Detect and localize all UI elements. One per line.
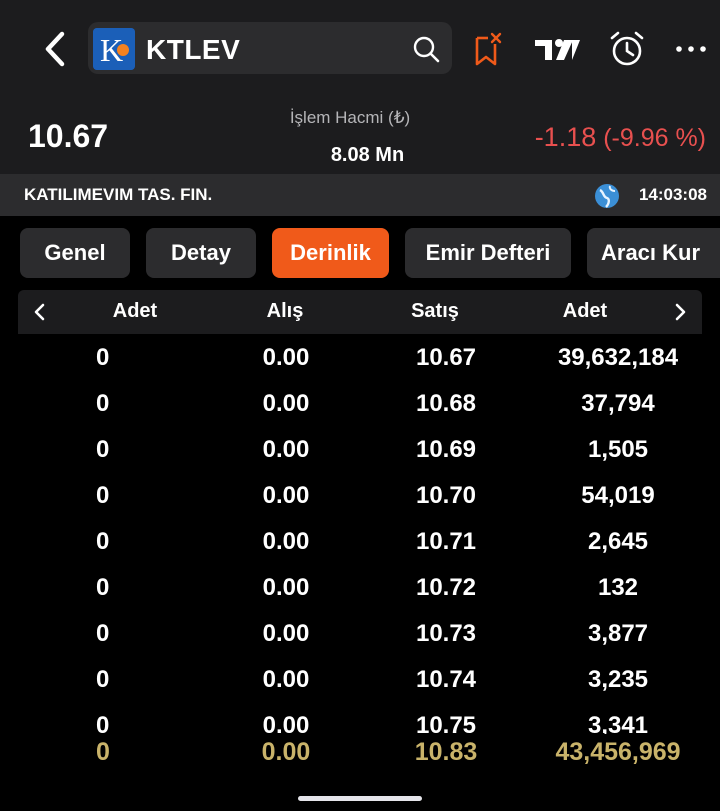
tradingview-icon[interactable] [534, 30, 580, 68]
ask-quantity: 37,794 [581, 390, 655, 417]
symbol-search-field[interactable]: K KTLEV [88, 22, 452, 74]
ask-quantity: 2,645 [587, 528, 649, 555]
bookmark-remove-icon[interactable] [472, 30, 504, 68]
total-bid-quantity: 0 [96, 738, 110, 766]
ask-quantity: 3,877 [587, 620, 649, 647]
volume-value: 8.08 Mn [330, 144, 405, 166]
ask-price: 10.73 [415, 620, 477, 647]
table-row: 0 0.00 10.74 3,235 [18, 656, 702, 702]
price-summary: 10.67 İşlem Hacmi (₺) 8.08 Mn -1.18 (-9.… [0, 96, 720, 174]
ask-quantity: 3,341 [587, 712, 649, 734]
bid-quantity: 0 [96, 528, 110, 555]
bid-price: 0.00 [262, 712, 310, 734]
table-row: 0 0.00 10.68 37,794 [18, 380, 702, 426]
table-row: 0 0.00 10.73 3,877 [18, 610, 702, 656]
tab-detay[interactable]: Detay [146, 228, 256, 278]
tab-emir-defteri[interactable]: Emir Defteri [405, 228, 571, 278]
ask-quantity: 3,235 [587, 666, 649, 693]
bid-quantity: 0 [96, 574, 110, 601]
bid-quantity: 0 [96, 344, 110, 371]
bid-quantity: 0 [96, 482, 110, 509]
table-row: 0 0.00 10.71 2,645 [18, 518, 702, 564]
depth-table-header: Adet Alış Satış Adet [18, 290, 702, 334]
total-ask-quantity: 43,456,969 [555, 738, 681, 766]
company-name: KATILIMEVIM TAS. FIN. [24, 185, 213, 204]
ask-price: 10.67 [415, 344, 477, 371]
ask-quantity: 132 [597, 574, 639, 601]
volume-label: İşlem Hacmi (₺) [289, 108, 411, 127]
column-header-ask-quantity: Adet [562, 300, 608, 322]
bid-quantity: 0 [96, 436, 110, 463]
depth-table-body[interactable]: 0 0.00 10.67 39,632,184 0 0.00 10.68 37,… [18, 334, 702, 734]
company-logo: K [93, 28, 135, 70]
price-change-absolute: -1.18 [534, 122, 597, 152]
bid-quantity: 0 [96, 712, 110, 734]
column-header-ask-price: Satış [411, 300, 459, 322]
ask-price: 10.70 [415, 482, 477, 509]
total-ask-price: 10.83 [414, 738, 478, 766]
bid-price: 0.00 [262, 666, 310, 693]
market-status-icon [595, 184, 619, 208]
bid-price: 0.00 [262, 574, 310, 601]
price-change-percent: (-9.96 %) [603, 124, 706, 152]
depth-totals-row: 0 0.00 10.83 43,456,969 [18, 734, 702, 774]
ask-price: 10.71 [415, 528, 477, 555]
table-row: 0 0.00 10.70 54,019 [18, 472, 702, 518]
home-indicator[interactable] [298, 796, 422, 801]
bid-quantity: 0 [96, 390, 110, 417]
bid-quantity: 0 [96, 666, 110, 693]
column-header-bid-quantity: Adet [112, 300, 158, 322]
bid-price: 0.00 [262, 390, 310, 417]
table-row: 0 0.00 10.75 3,341 [18, 702, 702, 734]
top-bar: K KTLEV [0, 0, 720, 96]
ask-quantity: 1,505 [587, 436, 649, 463]
chevron-right-icon[interactable] [668, 300, 692, 324]
ask-price: 10.74 [415, 666, 477, 693]
back-chevron-icon[interactable] [36, 28, 74, 70]
ask-price: 10.75 [415, 712, 477, 734]
bid-quantity: 0 [96, 620, 110, 647]
search-icon[interactable] [412, 35, 440, 63]
ask-price: 10.68 [415, 390, 477, 417]
bid-price: 0.00 [262, 344, 310, 371]
ticker-symbol: KTLEV [146, 34, 241, 65]
ask-price: 10.72 [415, 574, 477, 601]
table-row: 0 0.00 10.67 39,632,184 [18, 334, 702, 380]
price-change: -1.18 (-9.96 %) [535, 122, 706, 153]
more-icon[interactable] [674, 30, 708, 68]
table-row: 0 0.00 10.69 1,505 [18, 426, 702, 472]
bid-price: 0.00 [262, 620, 310, 647]
ask-quantity: 54,019 [581, 482, 655, 509]
bid-price: 0.00 [262, 482, 310, 509]
bid-price: 0.00 [262, 528, 310, 555]
total-bid-price: 0.00 [261, 738, 311, 766]
column-header-bid-price: Alış [266, 300, 304, 322]
tab-genel[interactable]: Genel [20, 228, 130, 278]
tab-araci-kurum[interactable]: Aracı Kur [587, 228, 720, 278]
table-row: 0 0.00 10.72 132 [18, 564, 702, 610]
last-price: 10.67 [28, 118, 109, 154]
company-info-bar: KATILIMEVIM TAS. FIN. 14:03:08 [0, 174, 720, 216]
tab-bar: Genel Detay Derinlik Emir Defteri Aracı … [0, 216, 720, 290]
bid-price: 0.00 [262, 436, 310, 463]
tab-derinlik[interactable]: Derinlik [272, 228, 389, 278]
alarm-clock-icon[interactable] [608, 30, 646, 68]
chevron-left-icon[interactable] [28, 300, 52, 324]
ask-price: 10.69 [415, 436, 477, 463]
last-update-time: 14:03:08 [638, 185, 707, 204]
ask-quantity: 39,632,184 [557, 344, 679, 371]
